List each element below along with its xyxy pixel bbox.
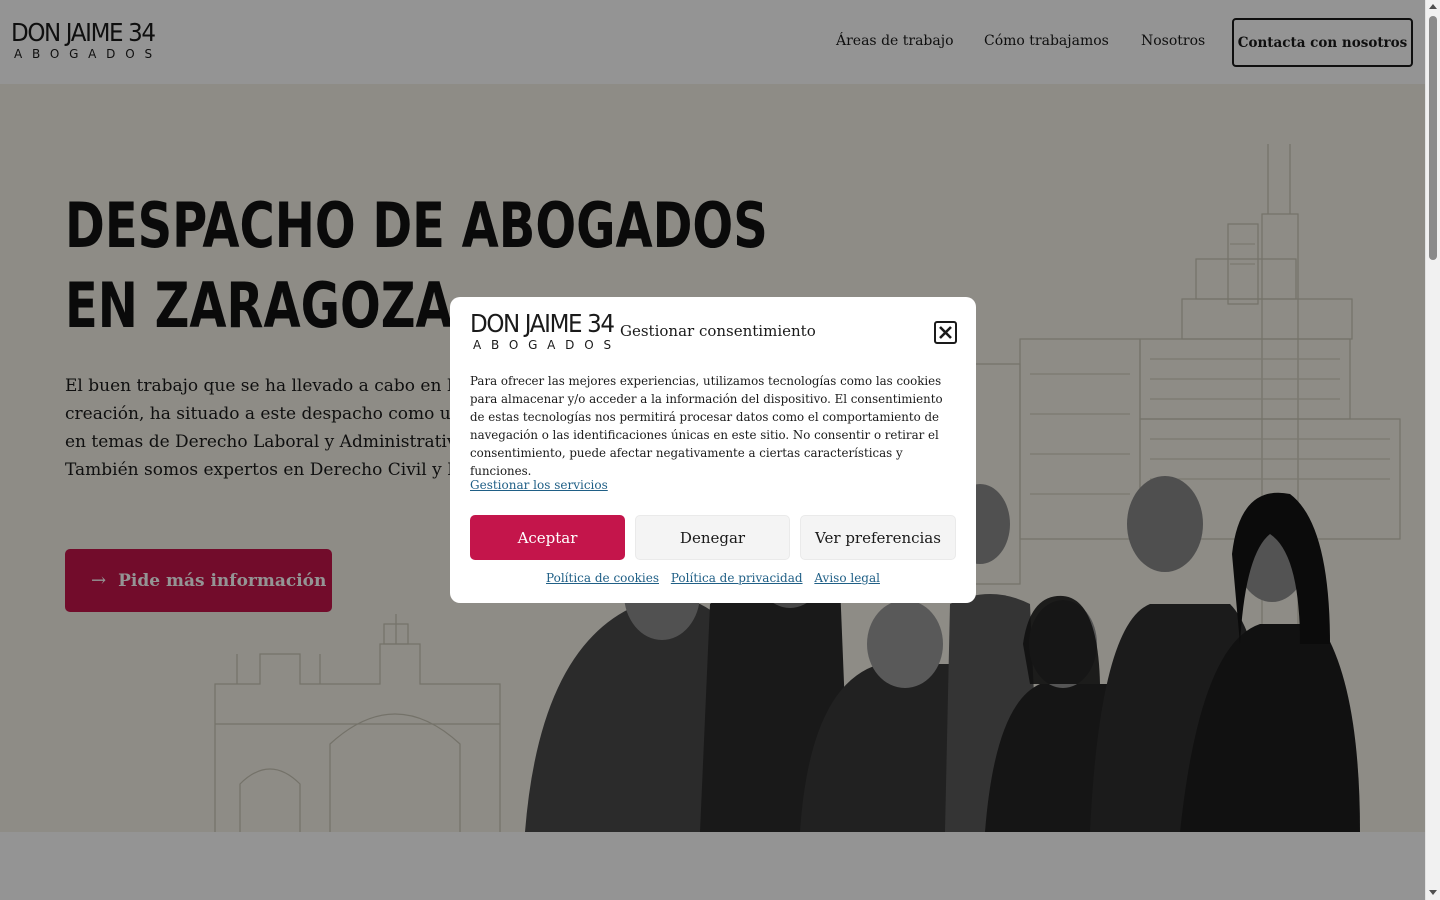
consent-title: Gestionar consentimiento <box>620 322 816 340</box>
logo-sub-text: ABOGADOS <box>473 338 621 352</box>
accept-button[interactable]: Aceptar <box>470 515 625 560</box>
legal-notice-link[interactable]: Aviso legal <box>814 571 880 585</box>
close-icon <box>939 326 952 339</box>
page-scrollbar[interactable] <box>1425 0 1440 900</box>
cookie-policy-link[interactable]: Política de cookies <box>546 571 659 585</box>
logo-main-text: DON JAIME 34 <box>470 309 615 338</box>
scroll-down-arrow-icon[interactable] <box>1429 890 1437 895</box>
consent-logo: DON JAIME 34 ABOGADOS <box>470 309 621 353</box>
manage-services-link[interactable]: Gestionar los servicios <box>470 478 608 492</box>
consent-policy-links: Política de cookies Política de privacid… <box>450 571 976 585</box>
close-button[interactable] <box>934 321 957 344</box>
preferences-button[interactable]: Ver preferencias <box>800 515 956 560</box>
privacy-policy-link[interactable]: Política de privacidad <box>671 571 803 585</box>
deny-button[interactable]: Denegar <box>635 515 790 560</box>
cookie-consent-dialog: DON JAIME 34 ABOGADOS Gestionar consenti… <box>450 297 976 603</box>
consent-description: Para ofrecer las mejores experiencias, u… <box>470 374 943 478</box>
scroll-up-arrow-icon[interactable] <box>1429 4 1437 9</box>
scroll-thumb[interactable] <box>1429 16 1437 260</box>
